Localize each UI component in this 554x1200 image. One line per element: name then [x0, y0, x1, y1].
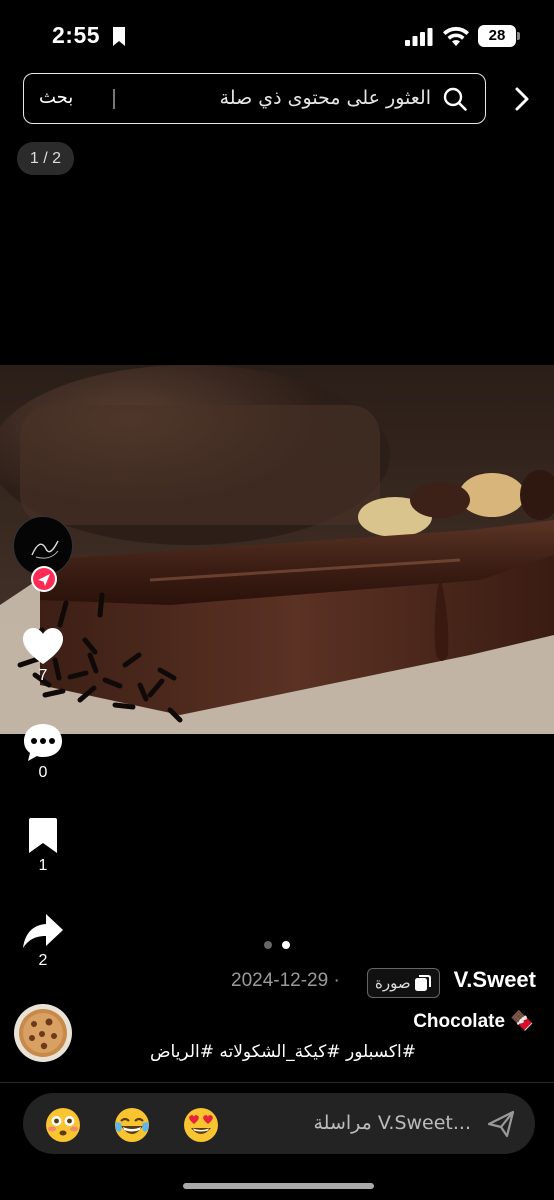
- send-icon[interactable]: [487, 1110, 515, 1138]
- message-input[interactable]: مراسلة V.Sweet...: [313, 1112, 471, 1134]
- caption-hashtags[interactable]: #اكسبلور #كيكة_الشكولاته #الرياض: [150, 1042, 416, 1062]
- save-count: 1: [38, 857, 48, 874]
- share-count: 2: [38, 952, 48, 969]
- search-button[interactable]: بحث: [39, 87, 73, 108]
- status-time: 2:55: [52, 22, 101, 48]
- wifi-icon: [443, 26, 469, 46]
- photo-stack-icon: [415, 975, 431, 991]
- chevron-right-icon[interactable]: [512, 86, 532, 112]
- bookmark-status-icon: [113, 27, 125, 46]
- status-bar: 2:55 28: [0, 0, 554, 70]
- flushed-face-icon: [46, 1108, 80, 1142]
- save-action[interactable]: 1: [13, 817, 73, 875]
- emoji-heart-eyes[interactable]: [183, 1107, 219, 1143]
- post-photo[interactable]: [0, 365, 554, 734]
- comment-count: 0: [38, 764, 48, 781]
- caption-divider: [0, 1082, 554, 1083]
- carousel-dot-1[interactable]: [264, 941, 272, 949]
- follow-button[interactable]: [30, 565, 58, 593]
- search-input[interactable]: العثور على محتوى ذي صلة: [220, 87, 431, 109]
- comment-action[interactable]: 0: [13, 722, 73, 782]
- search-icon: [443, 87, 467, 111]
- share-action[interactable]: 2: [13, 912, 73, 970]
- search-bar[interactable]: بحث العثور على محتوى ذي صلة: [23, 73, 486, 124]
- chocolate-cake-image: [0, 365, 554, 734]
- search-divider: [113, 89, 115, 109]
- post-type-chip: صورة: [367, 968, 440, 998]
- carousel-dot-2-active[interactable]: [282, 941, 290, 949]
- battery-cap: [517, 32, 520, 40]
- caption-title: Chocolate 🍫: [413, 1011, 534, 1032]
- like-action[interactable]: 7: [13, 627, 73, 685]
- post-type-label: صورة: [375, 974, 411, 992]
- cellular-signal-icon: [405, 28, 433, 46]
- emoji-joy[interactable]: [114, 1107, 150, 1143]
- author-name[interactable]: V.Sweet: [454, 967, 536, 993]
- emoji-flushed[interactable]: [45, 1107, 81, 1143]
- battery-indicator: 28: [478, 25, 516, 47]
- page-counter: 1 / 2: [17, 142, 74, 175]
- cookie-avatar-image: [14, 1004, 72, 1062]
- heart-eyes-icon: [184, 1108, 218, 1142]
- like-count: 7: [38, 667, 48, 684]
- message-bar[interactable]: مراسلة V.Sweet...: [23, 1093, 535, 1154]
- heart-icon: [23, 628, 63, 664]
- comment-bubble-icon: [24, 724, 62, 761]
- user-avatar[interactable]: [14, 1004, 72, 1062]
- bookmark-icon: [29, 818, 57, 853]
- share-arrow-icon: [23, 914, 63, 948]
- post-date: 2024-12-29 ·: [231, 970, 340, 991]
- tears-of-joy-icon: [115, 1108, 149, 1142]
- home-indicator: [183, 1183, 374, 1189]
